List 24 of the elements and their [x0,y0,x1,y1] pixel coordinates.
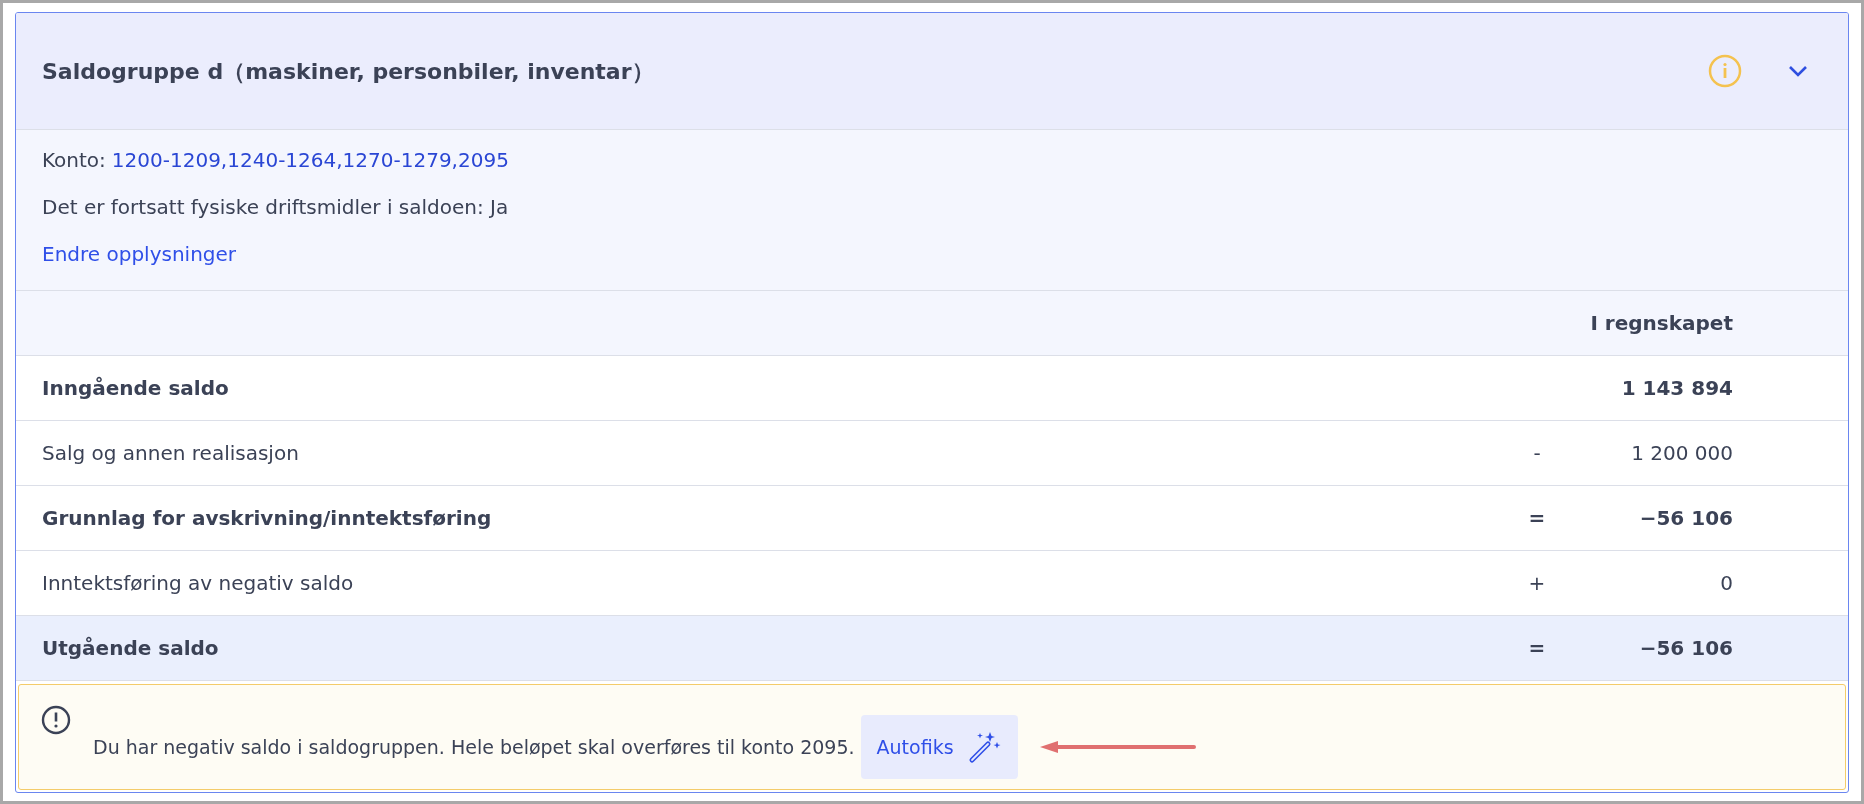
row-operator: = [1527,505,1547,532]
column-header: I regnskapet [1590,310,1733,337]
account-label: Konto: [42,148,106,172]
row-operator: = [1527,635,1547,662]
row-label: Grunnlag for avskrivning/inntektsføring [42,505,493,532]
edit-link[interactable]: Endre opplysninger [42,242,237,266]
row-value: 1 200 000 [1630,440,1733,467]
row-label: Utgående saldo [42,635,220,662]
row-value: −56 106 [1638,635,1733,662]
row-value: 0 [1719,570,1733,597]
row-operator: + [1527,570,1547,597]
warning-text: Du har negativ saldo i saldogruppen. Hele beløpet skal overføres til konto 2095. [93,734,855,760]
alert-icon [41,705,71,735]
row-value: −56 106 [1638,505,1733,532]
row-value: 1 143 894 [1620,375,1733,402]
row-label: Salg og annen realisasjon [42,440,300,467]
assets-text: Det er fortsatt fysiske driftsmidler i saldoen: Ja [42,195,510,219]
magic-wand-icon [967,730,1002,764]
row-label: Inntektsføring av negativ saldo [42,570,355,597]
account-link[interactable]: 1200-1209,1240-1264,1270-1279,2095 [111,148,509,172]
row-label: Inngående saldo [42,375,230,402]
row-operator: - [1532,440,1542,467]
autofix-button[interactable]: Autofiks [860,715,1018,779]
panel-title: Saldogruppe d（maskiner, personbiler, inventar） [42,57,655,86]
